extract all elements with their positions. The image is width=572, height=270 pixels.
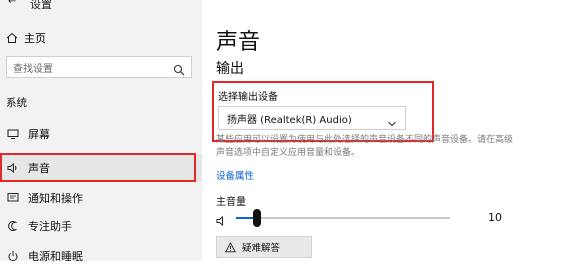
search-placeholder: 查找设置 (13, 64, 53, 75)
warning-icon (225, 241, 236, 253)
sidebar-item-label: 电源和睡眠 (28, 250, 83, 263)
output-heading: 输出 (216, 61, 244, 77)
volume-slider-thumb[interactable] (253, 209, 262, 227)
home-nav-item[interactable]: 主页 (6, 30, 46, 46)
notification-icon (6, 191, 20, 205)
page-title: 声音 (216, 30, 261, 55)
master-volume-label: 主音量 (216, 197, 246, 208)
window-title: 设置 (30, 0, 52, 11)
sidebar-item-display[interactable]: 屏幕 (0, 120, 202, 148)
troubleshoot-button[interactable]: 疑难解答 (216, 236, 312, 258)
sidebar-item-notifications[interactable]: 通知和操作 (0, 184, 202, 212)
home-icon (6, 32, 18, 44)
back-arrow-icon[interactable]: ← (8, 0, 16, 7)
sidebar: ← 设置 主页 查找设置 系统 屏幕 声音 通知和操作 专注助手 电源和睡眠 (0, 0, 202, 263)
highlight-box-sound (0, 153, 196, 182)
search-icon[interactable] (173, 61, 185, 76)
volume-value: 10 (488, 211, 502, 224)
highlight-box-output-device (212, 81, 434, 142)
home-label: 主页 (24, 32, 46, 45)
sidebar-item-label: 通知和操作 (28, 192, 83, 205)
search-input[interactable]: 查找设置 (6, 56, 192, 78)
volume-slider[interactable] (236, 209, 450, 227)
sidebar-item-power-sleep[interactable]: 电源和睡眠 (0, 242, 202, 270)
sidebar-item-focus-assist[interactable]: 专注助手 (0, 212, 202, 240)
main-content: 声音 输出 选择输出设备 扬声器 (Realtek(R) Audio) 某些应用… (202, 0, 572, 261)
volume-icon[interactable] (216, 212, 228, 227)
device-properties-link[interactable]: 设备属性 (216, 168, 254, 182)
settings-window: ← 设置 主页 查找设置 系统 屏幕 声音 通知和操作 专注助手 电源和睡眠 声… (0, 0, 572, 263)
sidebar-item-label: 专注助手 (28, 220, 72, 233)
monitor-icon (6, 127, 20, 141)
moon-icon (6, 219, 20, 233)
troubleshoot-label: 疑难解答 (242, 243, 281, 254)
output-description: 某些应用可以设置为使用与此处选择的声音设备不同的声音设备。请在高级声音选项中自定… (216, 135, 514, 158)
section-label-system: 系统 (6, 97, 27, 109)
sidebar-item-label: 屏幕 (28, 128, 50, 141)
